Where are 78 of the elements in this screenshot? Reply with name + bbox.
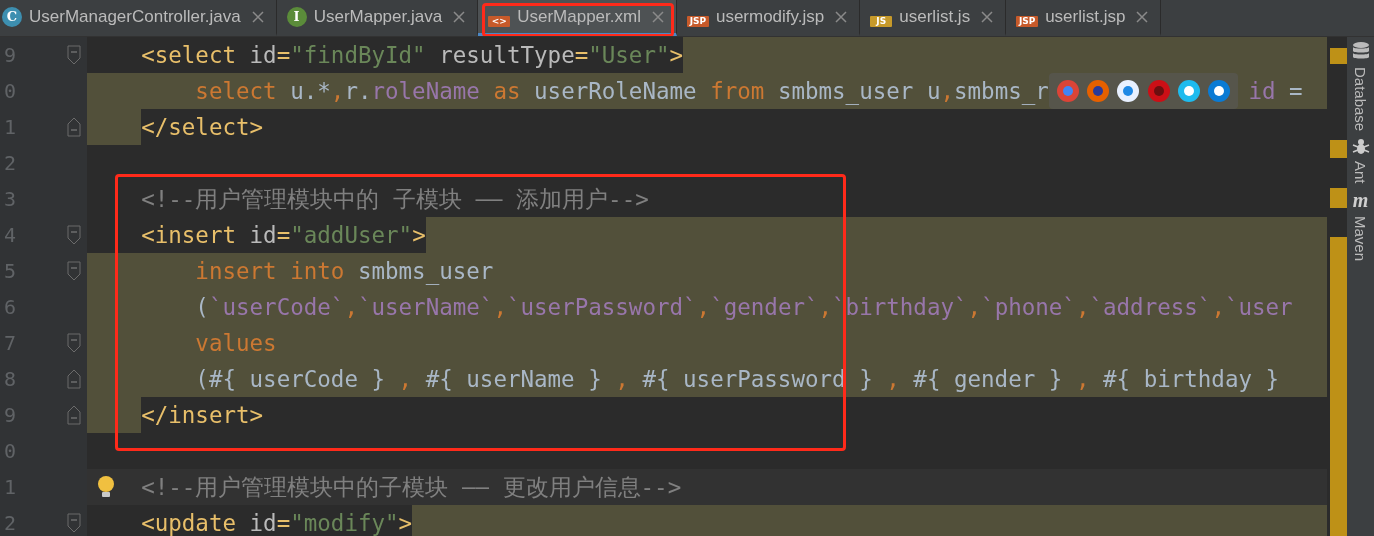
file-type-icon: <> — [488, 15, 511, 27]
code-token: `user — [1224, 294, 1293, 320]
code-token: smbms_user u — [776, 78, 941, 104]
code-token: "modify" — [290, 510, 399, 536]
code-token: #{ birthday } — [1102, 366, 1280, 392]
code-token: = — [276, 42, 291, 68]
code-token: , — [1211, 294, 1225, 320]
code-token: , — [696, 294, 711, 320]
code-token: "addUser" — [290, 222, 413, 248]
code-token: `phone` — [981, 294, 1076, 320]
editor-tab[interactable]: <> UserMapper.xml — [478, 0, 677, 36]
code-token: as — [492, 78, 521, 104]
code-token: id — [1248, 78, 1276, 104]
code-token: , — [818, 294, 833, 320]
code-token: , — [398, 366, 413, 392]
code-token: #{ userName } — [424, 366, 603, 392]
code-token: `address` — [1089, 294, 1212, 320]
code-token: = — [1288, 78, 1303, 104]
code-token: `userPassword` — [506, 294, 697, 320]
code-token: `userCode` — [208, 294, 345, 320]
code-token: insert into — [194, 258, 345, 284]
code-token: , — [967, 294, 982, 320]
code-token: = — [574, 42, 589, 68]
file-type-icon: C — [2, 6, 22, 27]
file-type-icon: JSP — [686, 15, 709, 27]
code-token: id — [249, 42, 277, 68]
code-token: "findById" — [290, 42, 426, 68]
tool-window-tab[interactable]: Maven — [1352, 215, 1369, 261]
code-token: = — [276, 510, 291, 536]
code-token: </select> — [141, 114, 264, 140]
editor-tab[interactable]: JS userlist.js — [860, 0, 1007, 36]
code-token: id — [249, 510, 277, 536]
maven-icon: m — [1352, 189, 1369, 210]
code-token: , — [330, 78, 345, 104]
code-token: = — [276, 222, 291, 248]
code-token: id — [249, 222, 277, 248]
code-token: , — [940, 78, 954, 104]
editor-tab[interactable]: C UserManagerController.java — [0, 0, 277, 36]
code-token: <update — [140, 510, 237, 536]
code-token: > — [398, 510, 413, 536]
code-token: select — [194, 78, 277, 104]
tool-window-tab[interactable]: Database — [1352, 67, 1369, 132]
code-token: u.* — [289, 78, 331, 104]
code-token: #{ gender } — [912, 366, 1064, 392]
editor-tab[interactable]: I UserMapper.java — [276, 0, 479, 36]
code-token: values — [194, 330, 277, 356]
code-token: , — [344, 294, 358, 320]
code-token: , — [1075, 366, 1090, 392]
code-token: <select — [140, 42, 237, 68]
code-token: r. — [344, 78, 372, 104]
code-token: (#{ userCode } — [194, 366, 386, 392]
code-token: <!--用户管理模块中的 子模块 —— 添加用户--> — [140, 184, 649, 214]
file-type-icon: JS — [870, 15, 893, 27]
code-token: , — [493, 294, 507, 320]
code-token: from — [710, 78, 765, 104]
code-token: </insert> — [141, 402, 264, 428]
code-token: `gender` — [710, 294, 819, 320]
code-token: <!--用户管理模块中的子模块 —— 更改用户信息--> — [141, 472, 682, 502]
code-token: roleName — [371, 78, 480, 104]
editor-tab[interactable]: JSP usermodify.jsp — [676, 0, 861, 36]
code-token: resultType — [438, 42, 575, 68]
code-token: smbms_user — [356, 258, 494, 284]
code-token: > — [669, 42, 684, 68]
code-token: , — [615, 366, 629, 392]
code-token: smbms_r — [954, 78, 1049, 104]
code-token: "User" — [588, 42, 670, 68]
file-type-icon: I — [286, 6, 307, 27]
code-token: ( — [194, 294, 209, 320]
code-token: , — [886, 366, 900, 392]
editor-tab[interactable]: JSP userlist.jsp — [1006, 0, 1162, 36]
code-token: , — [1075, 294, 1090, 320]
code-token: userRoleName — [533, 78, 698, 104]
code-token: > — [412, 222, 426, 248]
code-token: `userName` — [357, 294, 494, 320]
file-type-icon: JSP — [1016, 15, 1039, 27]
tool-window-tab[interactable]: Ant — [1352, 161, 1369, 184]
code-token: <insert — [140, 222, 237, 248]
code-token: #{ userPassword } — [641, 366, 874, 392]
